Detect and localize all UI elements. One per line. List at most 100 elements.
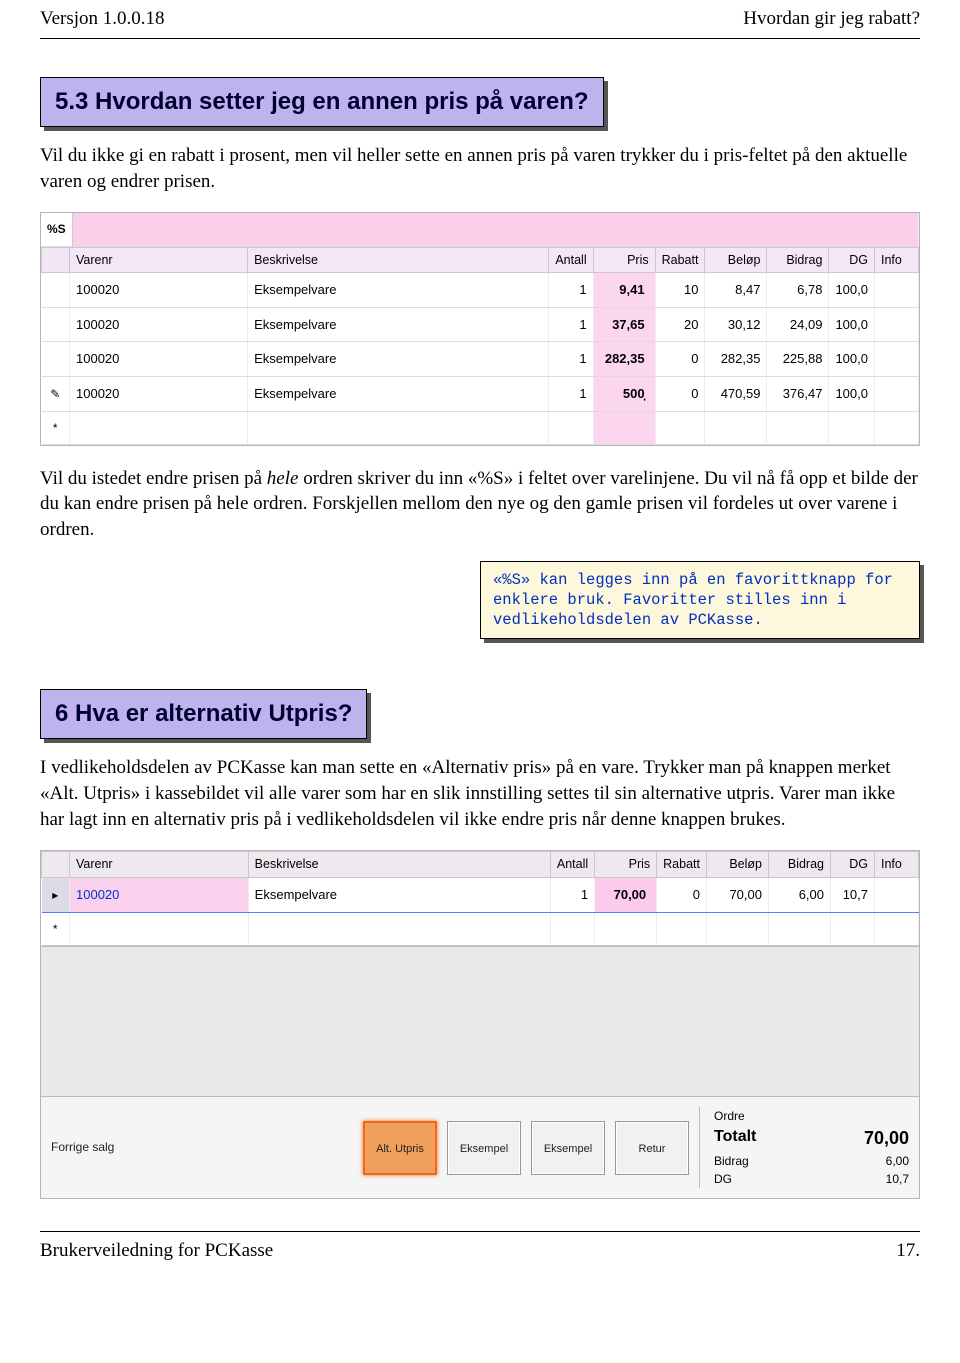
col-rabatt: Rabatt — [657, 852, 707, 878]
row-edit-icon — [42, 307, 70, 342]
cell-pris[interactable]: 70,00 — [595, 878, 657, 913]
dg-label: DG — [714, 1170, 732, 1188]
pct-label[interactable]: %S — [41, 213, 72, 246]
cell-besk[interactable]: Eksempelvare — [248, 878, 550, 913]
row-edit-icon: ✎ — [42, 377, 70, 412]
version: Versjon 1.0.0.18 — [40, 6, 165, 32]
cell-rabatt[interactable]: 0 — [655, 377, 705, 412]
retur-button[interactable]: Retur — [615, 1121, 689, 1175]
col-bidrag: Bidrag — [769, 852, 831, 878]
eksempel-button-2[interactable]: Eksempel — [531, 1121, 605, 1175]
page-footer: Brukerveiledning for PCKasse 17. — [40, 1231, 920, 1284]
col-beskrivelse: Beskrivelse — [248, 247, 549, 273]
bidrag-value: 6,00 — [886, 1152, 909, 1170]
cell-belop: 8,47 — [705, 273, 767, 308]
col-info: Info — [875, 852, 919, 878]
cell-dg: 100,0 — [829, 377, 875, 412]
row-current-icon: ▸ — [42, 878, 70, 913]
cell-dg: 100,0 — [829, 307, 875, 342]
order-table-1: Varenr Beskrivelse Antall Pris Rabatt Be… — [41, 247, 919, 445]
table-row-empty: * — [42, 912, 919, 945]
cell-dg: 100,0 — [829, 342, 875, 377]
cell-varenr[interactable]: 100020 — [70, 342, 248, 377]
section-5-3-body: Vil du ikke gi en rabatt i prosent, men … — [40, 143, 920, 194]
col-bidrag: Bidrag — [767, 247, 829, 273]
cell-info — [875, 273, 919, 308]
title: Hvordan gir jeg rabatt? — [743, 6, 920, 32]
row-star: * — [42, 411, 70, 444]
table-row[interactable]: 100020Eksempelvare1282,350282,35225,8810… — [42, 342, 919, 377]
cell-info — [875, 342, 919, 377]
cell-rabatt[interactable]: 10 — [655, 273, 705, 308]
cell-varenr[interactable]: 100020 — [70, 307, 248, 342]
cell-rabatt[interactable]: 0 — [657, 878, 707, 913]
pct-input-row: %S — [41, 213, 919, 246]
totals-panel: Ordre Totalt70,00 Bidrag6,00 DG10,7 — [699, 1107, 909, 1188]
alt-utpris-button[interactable]: Alt. Utpris — [363, 1121, 437, 1175]
col-antall: Antall — [550, 852, 594, 878]
table-row[interactable]: 100020Eksempelvare137,652030,1224,09100,… — [42, 307, 919, 342]
cell-pris[interactable]: 500̦ — [593, 377, 655, 412]
cell-belop: 470,59 — [705, 377, 767, 412]
col-gutter — [42, 247, 70, 273]
cell-bidrag: 225,88 — [767, 342, 829, 377]
cell-antall[interactable]: 1 — [549, 307, 593, 342]
cell-varenr[interactable]: 100020 — [70, 273, 248, 308]
col-beskrivelse: Beskrivelse — [248, 852, 550, 878]
col-varenr: Varenr — [70, 852, 249, 878]
cell-antall[interactable]: 1 — [549, 273, 593, 308]
bottom-bar: Forrige salg Alt. Utpris Eksempel Eksemp… — [41, 1096, 919, 1198]
row-edit-icon — [42, 342, 70, 377]
cell-antall[interactable]: 1 — [549, 377, 593, 412]
col-antall: Antall — [549, 247, 593, 273]
cell-info — [875, 307, 919, 342]
mid-paragraph: Vil du istedet endre prisen på hele ordr… — [40, 466, 920, 543]
table-row[interactable]: ▸ 100020 Eksempelvare 1 70,00 0 70,00 6,… — [42, 878, 919, 913]
page-header: Versjon 1.0.0.18 Hvordan gir jeg rabatt? — [40, 0, 920, 39]
cell-info — [875, 377, 919, 412]
table-row[interactable]: ✎100020Eksempelvare1500̦0470,59376,47100… — [42, 377, 919, 412]
col-belop: Beløp — [707, 852, 769, 878]
screenshot-alt-utpris: Varenr Beskrivelse Antall Pris Rabatt Be… — [40, 850, 920, 1199]
cell-antall[interactable]: 1 — [550, 878, 594, 913]
cell-besk[interactable]: Eksempelvare — [248, 342, 549, 377]
cell-rabatt[interactable]: 20 — [655, 307, 705, 342]
col-dg: DG — [831, 852, 875, 878]
section-6-heading: 6 Hva er alternativ Utpris? — [40, 689, 367, 739]
col-info: Info — [875, 247, 919, 273]
section-6-body: I vedlikeholdsdelen av PCKasse kan man s… — [40, 755, 920, 832]
cell-belop: 282,35 — [705, 342, 767, 377]
footer-right: 17. — [896, 1238, 920, 1264]
cell-besk[interactable]: Eksempelvare — [248, 307, 549, 342]
forrige-salg-label: Forrige salg — [51, 1139, 114, 1155]
cell-info — [875, 878, 919, 913]
cell-pris[interactable]: 37,65 — [593, 307, 655, 342]
col-pris: Pris — [593, 247, 655, 273]
table-row[interactable]: 100020Eksempelvare19,41108,476,78100,0 — [42, 273, 919, 308]
cell-pris[interactable]: 9,41 — [593, 273, 655, 308]
screenshot-pris-table: %S Varenr Beskrivelse Antall Pris Rabatt… — [40, 212, 920, 445]
cell-belop: 30,12 — [705, 307, 767, 342]
cell-varenr[interactable]: 100020 — [70, 878, 249, 913]
ordre-label: Ordre — [714, 1107, 745, 1125]
order-table-2: Varenr Beskrivelse Antall Pris Rabatt Be… — [41, 851, 919, 946]
row-edit-icon — [42, 273, 70, 308]
empty-grid-area — [41, 946, 919, 1096]
table-row-empty: * — [42, 411, 919, 444]
col-varenr: Varenr — [70, 247, 248, 273]
pct-field[interactable] — [72, 213, 918, 246]
section-5-3-heading: 5.3 Hvordan setter jeg en annen pris på … — [40, 77, 604, 127]
cell-varenr[interactable]: 100020 — [70, 377, 248, 412]
col-pris: Pris — [595, 852, 657, 878]
cell-belop: 70,00 — [707, 878, 769, 913]
cell-rabatt[interactable]: 0 — [655, 342, 705, 377]
cell-bidrag: 6,00 — [769, 878, 831, 913]
cell-pris[interactable]: 282,35 — [593, 342, 655, 377]
cell-besk[interactable]: Eksempelvare — [248, 273, 549, 308]
cell-besk[interactable]: Eksempelvare — [248, 377, 549, 412]
totalt-value: 70,00 — [864, 1125, 909, 1152]
col-dg: DG — [829, 247, 875, 273]
col-belop: Beløp — [705, 247, 767, 273]
eksempel-button-1[interactable]: Eksempel — [447, 1121, 521, 1175]
cell-antall[interactable]: 1 — [549, 342, 593, 377]
